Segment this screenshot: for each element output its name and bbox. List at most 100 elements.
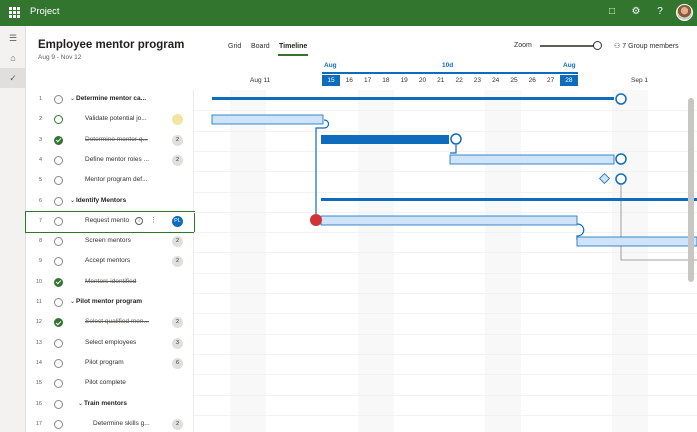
task-name[interactable]: Pilot complete	[85, 379, 126, 386]
user-avatar[interactable]	[676, 4, 693, 21]
assignment-count-badge[interactable]: 2	[172, 256, 183, 268]
task-row[interactable]: 5 Mentor program def...	[26, 171, 194, 191]
task-complete-checkbox[interactable]	[54, 419, 63, 429]
task-bar-determine-q[interactable]	[321, 135, 449, 144]
group-members-button[interactable]: ⚇ 7 Group members	[614, 42, 679, 50]
task-row[interactable]: 10 Mentors identified	[26, 273, 194, 293]
task-complete-checkbox[interactable]	[54, 176, 63, 186]
more-options-icon[interactable]: ⋮	[150, 216, 157, 224]
milestone-diamond[interactable]	[598, 172, 611, 185]
tab-grid[interactable]: Grid	[228, 43, 241, 50]
zoom-slider-track[interactable]	[540, 45, 598, 47]
task-row[interactable]: 15 Pilot complete	[26, 374, 194, 394]
task-name[interactable]: Identify Mentors	[76, 197, 126, 204]
vertical-scrollbar[interactable]	[688, 98, 694, 282]
task-name[interactable]: Accept mentors	[85, 257, 130, 264]
task-name[interactable]: Train mentors	[84, 400, 127, 407]
task-complete-checkbox[interactable]	[54, 338, 63, 348]
collapse-chevron-icon[interactable]: ⌄	[78, 400, 83, 407]
task-name[interactable]: Select employees	[85, 339, 136, 346]
task-bar-request-mentors[interactable]	[320, 215, 578, 226]
zoom-slider-thumb[interactable]	[593, 41, 602, 50]
task-complete-checkbox[interactable]	[54, 318, 63, 328]
task-row[interactable]: 8 Screen mentors 2	[26, 232, 194, 252]
task-complete-checkbox[interactable]	[54, 196, 63, 206]
task-row[interactable]: 17 Determine skills g... 2	[26, 415, 194, 432]
task-complete-checkbox[interactable]	[54, 95, 63, 104]
task-complete-checkbox[interactable]	[54, 399, 63, 409]
summary-bar-identify[interactable]	[321, 198, 697, 201]
warning-icon[interactable]	[310, 214, 322, 226]
task-complete-checkbox[interactable]	[54, 216, 63, 226]
task-name[interactable]: Determine mentor ca...	[76, 95, 146, 102]
task-complete-checkbox[interactable]	[54, 277, 63, 287]
task-name[interactable]: Pilot mentor program	[76, 298, 142, 305]
summary-end-handle[interactable]	[615, 93, 627, 105]
task-row[interactable]: 11 ⌄ Pilot mentor program	[26, 293, 194, 313]
task-name[interactable]: Mentors identified	[85, 278, 136, 285]
assignment-count-badge[interactable]: 6	[172, 357, 183, 369]
task-row[interactable]: 6 ⌄ Identify Mentors	[26, 192, 194, 212]
task-complete-checkbox[interactable]	[54, 379, 63, 389]
assignment-count-badge[interactable]: 2	[172, 134, 183, 146]
task-end-handle[interactable]	[450, 133, 462, 145]
assignee-avatar[interactable]	[172, 114, 183, 126]
task-bar-validate[interactable]	[211, 114, 324, 125]
task-name[interactable]: Validate potential jo...	[85, 115, 147, 122]
task-row[interactable]: 12 Select qualified men... 2	[26, 313, 194, 333]
task-name[interactable]: Determine mentor q...	[85, 136, 148, 143]
app-launcher-icon[interactable]	[9, 7, 20, 18]
page-title[interactable]: Employee mentor program	[38, 39, 184, 51]
task-row[interactable]: 16 ⌄ Train mentors	[26, 395, 194, 415]
task-end-handle[interactable]	[615, 153, 627, 165]
week-label-sep-1: Sep 1	[631, 77, 648, 84]
task-name[interactable]: Define mentor roles ...	[85, 156, 149, 163]
home-icon[interactable]: ⌂	[0, 48, 26, 68]
day-label: 21	[437, 77, 445, 84]
task-complete-checkbox[interactable]	[54, 237, 63, 247]
task-name[interactable]: Screen mentors	[85, 237, 131, 244]
assignment-count-badge[interactable]: 2	[172, 236, 183, 248]
task-bar-screen-mentors[interactable]	[576, 236, 697, 247]
task-complete-checkbox[interactable]	[54, 257, 63, 267]
gear-icon[interactable]: ⚙	[630, 6, 642, 18]
task-row[interactable]: 3 Determine mentor q... 2	[26, 131, 194, 151]
collapse-chevron-icon[interactable]: ⌄	[70, 197, 75, 204]
assignment-count-badge[interactable]: 3	[172, 337, 183, 349]
task-number: 7	[38, 217, 42, 224]
collapse-chevron-icon[interactable]: ⌄	[70, 298, 75, 305]
task-complete-checkbox[interactable]	[54, 135, 63, 145]
task-row[interactable]: 14 Pilot program 6	[26, 354, 194, 374]
collapse-chevron-icon[interactable]: ⌄	[70, 95, 75, 102]
task-row[interactable]: 4 Define mentor roles ... 2	[26, 151, 194, 171]
task-name[interactable]: Select qualified men...	[85, 318, 149, 325]
task-details-icon[interactable]: i	[135, 216, 143, 225]
task-row[interactable]: 2 Validate potential jo...	[26, 110, 194, 130]
task-row[interactable]: 1 ⌄ Determine mentor ca...	[26, 90, 194, 110]
task-complete-checkbox[interactable]	[54, 115, 63, 125]
task-name[interactable]: Mentor program def...	[85, 176, 148, 183]
assignment-count-badge[interactable]: 2	[172, 154, 183, 166]
task-name[interactable]: Pilot program	[85, 359, 124, 366]
my-tasks-icon[interactable]: ✓	[0, 68, 26, 88]
assignment-count-badge[interactable]: 2	[172, 317, 183, 329]
task-complete-checkbox[interactable]	[54, 155, 63, 165]
tab-timeline[interactable]: Timeline	[279, 43, 307, 50]
menu-icon[interactable]: ☰	[0, 28, 26, 48]
assignment-count-badge[interactable]: 2	[172, 418, 183, 430]
task-row[interactable]: 7 Request mento i ⋮ PL	[25, 210, 195, 234]
tab-board[interactable]: Board	[251, 43, 270, 50]
task-name[interactable]: Determine skills g...	[93, 420, 150, 427]
bell-icon[interactable]: □	[606, 6, 618, 18]
task-complete-checkbox[interactable]	[54, 298, 63, 307]
task-name[interactable]: Request mento	[85, 217, 129, 224]
assignee-initials[interactable]: PL	[172, 215, 183, 227]
help-icon[interactable]: ?	[654, 6, 666, 18]
milestone-handle[interactable]	[615, 173, 627, 185]
task-complete-checkbox[interactable]	[54, 358, 63, 368]
summary-bar-task-1[interactable]	[212, 97, 614, 100]
task-row[interactable]: 13 Select employees 3	[26, 334, 194, 354]
task-row[interactable]: 9 Accept mentors 2	[26, 252, 194, 272]
task-bar-define-roles[interactable]	[449, 154, 615, 165]
app-name[interactable]: Project	[30, 6, 60, 17]
